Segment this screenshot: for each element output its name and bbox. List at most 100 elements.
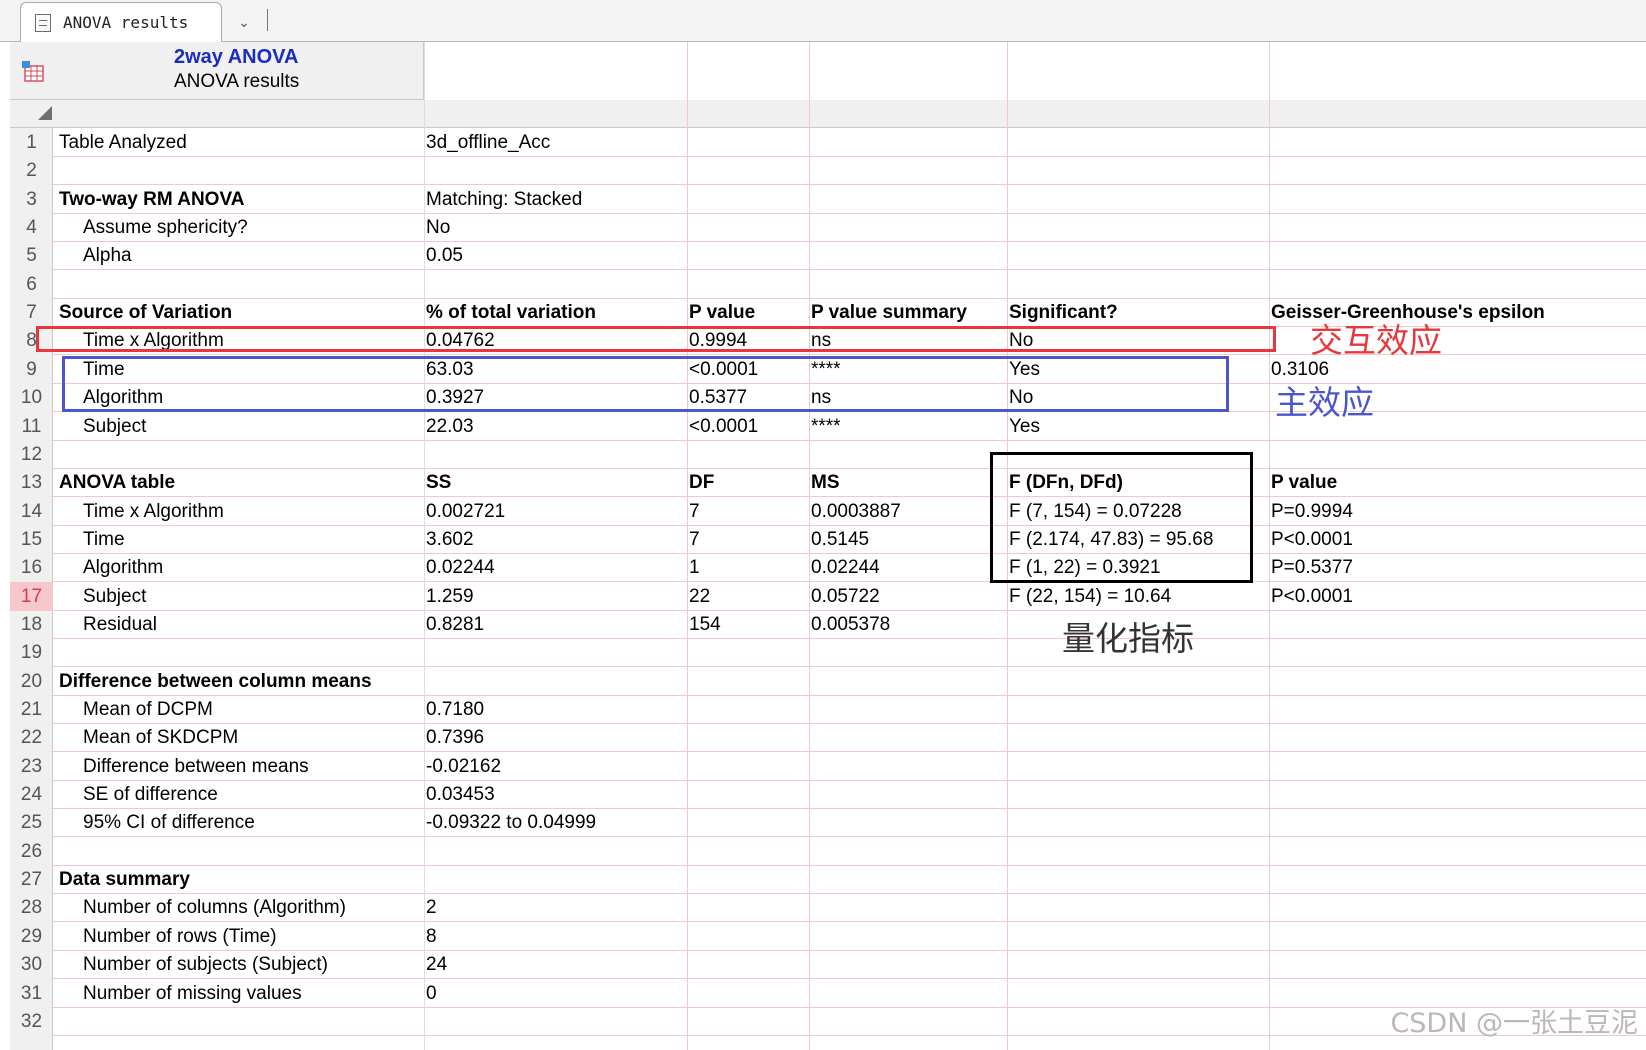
- p-value-cell[interactable]: P value: [689, 298, 807, 327]
- significance-cell[interactable]: Yes: [1009, 412, 1267, 441]
- significance-cell[interactable]: [1009, 979, 1267, 1008]
- significance-cell[interactable]: [1009, 156, 1267, 185]
- summary-cell[interactable]: 0.05722: [811, 582, 1005, 611]
- value-cell[interactable]: [426, 156, 685, 185]
- extra-cell[interactable]: [1271, 808, 1644, 837]
- row-label[interactable]: [59, 156, 422, 185]
- p-value-cell[interactable]: [689, 865, 807, 894]
- row-label[interactable]: Algorithm: [59, 553, 422, 582]
- p-value-cell[interactable]: [689, 808, 807, 837]
- extra-cell[interactable]: [1271, 667, 1644, 696]
- significance-cell[interactable]: [1009, 128, 1267, 157]
- row-label[interactable]: Difference between means: [59, 752, 422, 781]
- p-value-cell[interactable]: [689, 638, 807, 667]
- value-cell[interactable]: No: [426, 213, 685, 242]
- row-number[interactable]: 27: [10, 865, 53, 894]
- summary-cell[interactable]: [811, 979, 1005, 1008]
- extra-cell[interactable]: [1271, 638, 1644, 667]
- p-value-cell[interactable]: [689, 241, 807, 270]
- value-cell[interactable]: 0.002721: [426, 497, 685, 526]
- p-value-cell[interactable]: [689, 440, 807, 469]
- p-value-cell[interactable]: [689, 950, 807, 979]
- column-header-c[interactable]: [809, 42, 1007, 128]
- significance-cell[interactable]: [1009, 241, 1267, 270]
- row-label[interactable]: Number of rows (Time): [59, 922, 422, 951]
- value-cell[interactable]: [426, 865, 685, 894]
- row-number[interactable]: 19: [10, 638, 53, 667]
- summary-cell[interactable]: [811, 440, 1005, 469]
- summary-cell[interactable]: MS: [811, 468, 1005, 497]
- p-value-cell[interactable]: [689, 922, 807, 951]
- row-number[interactable]: 3: [10, 185, 53, 214]
- extra-cell[interactable]: [1271, 128, 1644, 157]
- extra-cell[interactable]: [1271, 156, 1644, 185]
- summary-cell[interactable]: [811, 638, 1005, 667]
- p-value-cell[interactable]: 154: [689, 610, 807, 639]
- summary-cell[interactable]: 0.0003887: [811, 497, 1005, 526]
- significance-cell[interactable]: Significant?: [1009, 298, 1267, 327]
- row-label[interactable]: [59, 1007, 422, 1036]
- row-number[interactable]: 20: [10, 667, 53, 696]
- row-label[interactable]: Two-way RM ANOVA: [59, 185, 422, 214]
- row-label[interactable]: 95% CI of difference: [59, 808, 422, 837]
- p-value-cell[interactable]: 1: [689, 553, 807, 582]
- value-cell[interactable]: 0.05: [426, 241, 685, 270]
- value-cell[interactable]: 1.259: [426, 582, 685, 611]
- value-cell[interactable]: 0.7180: [426, 695, 685, 724]
- p-value-cell[interactable]: 7: [689, 525, 807, 554]
- summary-cell[interactable]: [811, 780, 1005, 809]
- value-cell[interactable]: [426, 638, 685, 667]
- significance-cell[interactable]: [1009, 950, 1267, 979]
- significance-cell[interactable]: [1009, 922, 1267, 951]
- row-number[interactable]: 10: [10, 383, 53, 412]
- row-number[interactable]: 28: [10, 893, 53, 922]
- row-number[interactable]: 9: [10, 355, 53, 384]
- row-number[interactable]: 24: [10, 780, 53, 809]
- summary-cell[interactable]: [811, 241, 1005, 270]
- significance-cell[interactable]: [1009, 780, 1267, 809]
- row-label[interactable]: Difference between column means: [59, 667, 422, 696]
- row-number[interactable]: 29: [10, 922, 53, 951]
- p-value-cell[interactable]: [689, 667, 807, 696]
- row-label[interactable]: Mean of DCPM: [59, 695, 422, 724]
- row-label[interactable]: Number of columns (Algorithm): [59, 893, 422, 922]
- p-value-cell[interactable]: DF: [689, 468, 807, 497]
- summary-cell[interactable]: [811, 128, 1005, 157]
- summary-cell[interactable]: [811, 893, 1005, 922]
- extra-cell[interactable]: P value: [1271, 468, 1644, 497]
- p-value-cell[interactable]: <0.0001: [689, 412, 807, 441]
- value-cell[interactable]: SS: [426, 468, 685, 497]
- summary-cell[interactable]: P value summary: [811, 298, 1005, 327]
- value-cell[interactable]: 3d_offline_Acc: [426, 128, 685, 157]
- extra-cell[interactable]: [1271, 752, 1644, 781]
- extra-cell[interactable]: [1271, 922, 1644, 951]
- summary-cell[interactable]: [811, 808, 1005, 837]
- summary-cell[interactable]: [811, 213, 1005, 242]
- row-number[interactable]: 15: [10, 525, 53, 554]
- significance-cell[interactable]: [1009, 270, 1267, 299]
- extra-cell[interactable]: [1271, 723, 1644, 752]
- significance-cell[interactable]: [1009, 893, 1267, 922]
- row-number[interactable]: 26: [10, 837, 53, 866]
- value-cell[interactable]: [426, 837, 685, 866]
- value-cell[interactable]: 2: [426, 893, 685, 922]
- value-cell[interactable]: Matching: Stacked: [426, 185, 685, 214]
- row-label[interactable]: Source of Variation: [59, 298, 422, 327]
- p-value-cell[interactable]: [689, 1007, 807, 1036]
- row-number[interactable]: 32: [10, 1007, 53, 1036]
- extra-cell[interactable]: [1271, 610, 1644, 639]
- row-label[interactable]: [59, 270, 422, 299]
- summary-cell[interactable]: [811, 865, 1005, 894]
- row-label[interactable]: Number of missing values: [59, 979, 422, 1008]
- significance-cell[interactable]: [1009, 865, 1267, 894]
- p-value-cell[interactable]: [689, 213, 807, 242]
- extra-cell[interactable]: [1271, 837, 1644, 866]
- tab-anova-results[interactable]: ANOVA results: [20, 2, 222, 43]
- row-number[interactable]: 7: [10, 298, 53, 327]
- summary-cell[interactable]: 0.5145: [811, 525, 1005, 554]
- value-cell[interactable]: 8: [426, 922, 685, 951]
- p-value-cell[interactable]: 7: [689, 497, 807, 526]
- row-number[interactable]: 11: [10, 412, 53, 441]
- row-number[interactable]: 13: [10, 468, 53, 497]
- summary-cell[interactable]: [811, 1007, 1005, 1036]
